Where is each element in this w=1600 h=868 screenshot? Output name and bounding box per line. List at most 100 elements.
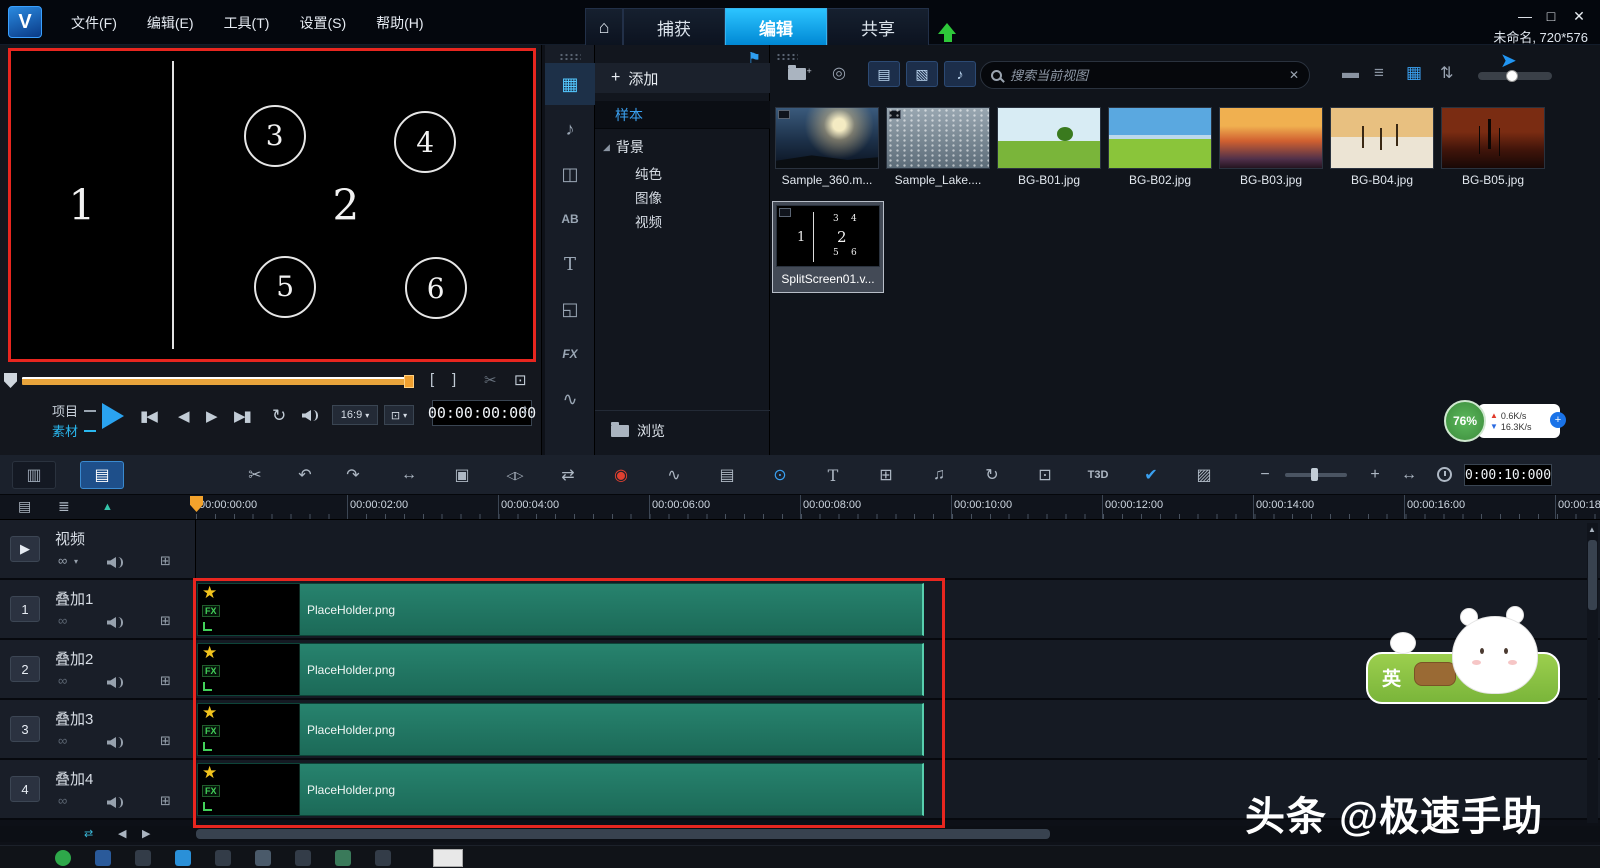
vertical-scroll-thumb[interactable] (1588, 540, 1597, 610)
sound-mixer-icon[interactable]: ♪ (545, 108, 595, 150)
split-clip-icon[interactable]: ✂ (238, 463, 272, 487)
play-button[interactable] (102, 403, 124, 429)
video-track-lane[interactable] (196, 520, 1600, 578)
mask-creator-icon[interactable]: ⊡ (1028, 463, 1062, 487)
library-item-thumbnail[interactable] (1330, 107, 1434, 169)
clear-search-icon[interactable]: ✕ (1289, 68, 1299, 82)
t3d-icon[interactable]: T3D (1081, 463, 1115, 487)
subtitle-grid-icon[interactable]: ▤ (710, 463, 744, 487)
minimize-button[interactable]: — (1514, 8, 1536, 24)
taskbar-icon[interactable] (55, 850, 71, 866)
enlarge-button[interactable]: ⊡ (514, 371, 527, 389)
sync-icon[interactable]: ◎ (832, 63, 846, 83)
mark-out-button[interactable]: ] (452, 371, 456, 388)
chevron-down-icon[interactable]: ▾ (74, 557, 78, 566)
tree-item-image[interactable]: 图像 (635, 187, 662, 207)
ripple-edit-icon[interactable]: ⇄ (551, 463, 585, 487)
fit-scroll-icon[interactable]: ⇄ (84, 827, 93, 840)
project-duration-timecode[interactable]: 0:00:10:000 (1464, 464, 1552, 486)
maximize-button[interactable]: □ (1540, 8, 1562, 24)
overlay4-track-icon[interactable]: 4 (10, 776, 40, 802)
tab-edit[interactable]: 编辑 (725, 8, 827, 45)
panel-grip[interactable] (776, 53, 798, 60)
transition-icon[interactable]: ◫ (545, 153, 595, 195)
tab-capture[interactable]: 捕获 (623, 8, 725, 45)
trim-icon[interactable]: ◁▷ (498, 463, 532, 487)
link-icon[interactable]: ∞ (58, 733, 67, 748)
publish-arrow-icon[interactable] (936, 14, 960, 40)
widget-plus-button[interactable]: + (1550, 412, 1566, 428)
timecode-spinner[interactable]: ▲▼ (522, 405, 528, 417)
timeline-ruler[interactable]: ▤ ≣ ▲ 00:00:00:00 00:00:02:00 00:00:04:0… (0, 495, 1600, 520)
volume-icon[interactable] (302, 410, 311, 421)
next-frame-button[interactable]: ▶ (206, 407, 218, 425)
float-tool-icon[interactable]: ➤ (1500, 48, 1517, 73)
panel-grip[interactable] (559, 53, 581, 60)
filter-icon[interactable]: FX (545, 333, 595, 375)
trim-start-marker[interactable] (4, 373, 17, 388)
mute-track-icon[interactable] (107, 797, 116, 808)
tab-share[interactable]: 共享 (827, 8, 929, 45)
library-item-thumbnail[interactable] (1441, 107, 1545, 169)
filter-audio-button[interactable]: ♪ (944, 61, 976, 87)
split-button[interactable]: ✂ (484, 371, 497, 389)
project-mode-button[interactable]: 项目 (52, 401, 78, 420)
taskbar-icon[interactable] (175, 850, 191, 866)
menu-settings[interactable]: 设置(S) (284, 8, 361, 38)
library-item-thumbnail[interactable] (997, 107, 1101, 169)
track-grid-icon[interactable]: ⊞ (160, 793, 171, 809)
link-icon[interactable]: ∞ (58, 793, 67, 808)
track-grid-icon[interactable]: ⊞ (160, 553, 171, 569)
loop-icon[interactable]: ↻ (975, 463, 1009, 487)
timeline-view-button[interactable]: ▤ (80, 461, 124, 489)
taskbar-icon[interactable] (95, 850, 111, 866)
add-title[interactable]: 添加 (628, 68, 658, 89)
library-item-thumbnail[interactable] (1219, 107, 1323, 169)
scroll-left-icon[interactable]: ◀ (118, 827, 126, 840)
import-media-button[interactable]: + (788, 67, 816, 85)
menu-edit[interactable]: 编辑(E) (132, 8, 209, 38)
zoom-slider[interactable] (1285, 473, 1347, 477)
prev-frame-button[interactable]: ◀ (178, 407, 190, 425)
skip-start-button[interactable]: ▮◀ (140, 407, 156, 425)
mascot-character[interactable] (1452, 616, 1538, 694)
record-capture-icon[interactable]: ◉ (604, 463, 638, 487)
library-item-thumbnail[interactable] (886, 107, 990, 169)
subtitle-editor-icon[interactable]: T (816, 463, 850, 487)
library-item-selected[interactable]: 1 3 4 2 5 6 SplitScreen01.v... (772, 201, 884, 293)
view-grid-button[interactable]: ▦ (1406, 63, 1422, 83)
crosshatch-icon[interactable]: ▨ (1187, 463, 1221, 487)
link-icon[interactable]: ∞ (58, 673, 67, 688)
tree-item-video[interactable]: 视频 (635, 211, 662, 231)
overlay1-track-icon[interactable]: 1 (10, 596, 40, 622)
search-input[interactable] (1010, 68, 1281, 83)
mute-track-icon[interactable] (107, 677, 116, 688)
motion-path-icon[interactable]: ∿ (545, 378, 595, 420)
video-track-icon[interactable]: ▶ (10, 536, 40, 562)
menu-file[interactable]: 文件(F) (56, 8, 132, 38)
overlay2-track-icon[interactable]: 2 (10, 656, 40, 682)
menu-help[interactable]: 帮助(H) (361, 8, 438, 38)
taskbar-icon[interactable] (295, 850, 311, 866)
music-score-icon[interactable]: ♫ (922, 463, 956, 487)
clip-mode-button[interactable]: 素材 (52, 421, 78, 440)
split-screen-template-icon[interactable]: ⊞ (869, 463, 903, 487)
zoom-out-icon[interactable]: − (1248, 463, 1282, 487)
ride-up-icon[interactable]: ▲ (102, 501, 113, 513)
motion-track-icon[interactable]: ⊙ (763, 463, 797, 487)
graphics-icon[interactable]: ◱ (545, 288, 595, 330)
zoom-slider-handle[interactable] (1311, 468, 1318, 481)
memory-percent-badge[interactable]: 76% (1444, 400, 1486, 442)
skip-end-button[interactable]: ▶▮ (234, 407, 250, 425)
scroll-right-icon[interactable]: ▶ (142, 827, 150, 840)
filter-photo-button[interactable]: ▧ (906, 61, 938, 87)
track-manager-icon[interactable]: ▤ (18, 498, 31, 515)
loop-button[interactable]: ↻ (272, 406, 286, 426)
menu-tools[interactable]: 工具(T) (209, 8, 285, 38)
mute-track-icon[interactable] (107, 617, 116, 628)
title-icon[interactable]: T (545, 243, 595, 285)
library-item-thumbnail[interactable] (1108, 107, 1212, 169)
overlay3-track-icon[interactable]: 3 (10, 716, 40, 742)
taskbar-icon[interactable] (255, 850, 271, 866)
pin-icon[interactable]: ⚑ (748, 49, 761, 67)
